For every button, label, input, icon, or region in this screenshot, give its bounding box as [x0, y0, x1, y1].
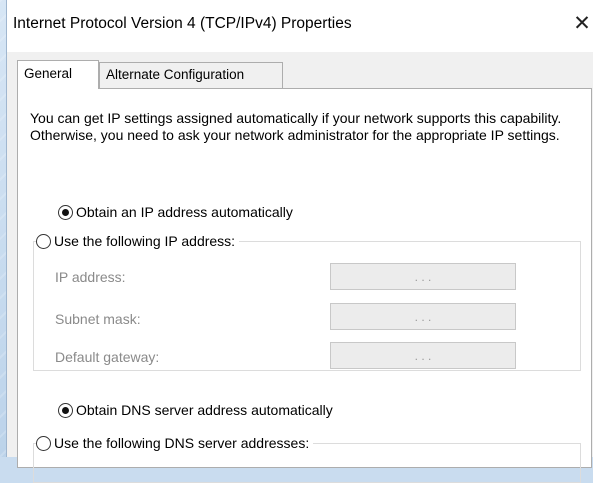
- tab-alternate-configuration[interactable]: Alternate Configuration: [99, 62, 283, 88]
- close-icon[interactable]: ✕: [572, 12, 592, 36]
- use-following-dns-radio[interactable]: [36, 435, 51, 451]
- default-gateway-value: . . .: [414, 348, 432, 363]
- dialog-title: Internet Protocol Version 4 (TCP/IPv4) P…: [13, 15, 352, 32]
- use-following-dns-label: Use the following DNS server addresses:: [54, 435, 310, 451]
- ipv4-properties-dialog: Internet Protocol Version 4 (TCP/IPv4) P…: [6, 0, 593, 483]
- ip-address-field: . . .: [330, 263, 516, 290]
- general-tab-panel: You can get IP settings assigned automat…: [17, 88, 592, 483]
- ip-address-value: . . .: [414, 269, 432, 284]
- title-bar: Internet Protocol Version 4 (TCP/IPv4) P…: [7, 0, 593, 52]
- description-text: You can get IP settings assigned automat…: [30, 110, 562, 143]
- obtain-dns-auto-label: Obtain DNS server address automatically: [76, 402, 333, 418]
- obtain-dns-auto-option[interactable]: Obtain DNS server address automatically: [58, 402, 337, 418]
- obtain-ip-auto-option[interactable]: Obtain an IP address automatically: [58, 204, 297, 220]
- obtain-dns-auto-radio[interactable]: [58, 402, 73, 418]
- use-following-ip-option[interactable]: Use the following IP address:: [36, 233, 240, 249]
- default-gateway-label: Default gateway:: [55, 349, 160, 365]
- use-following-ip-label: Use the following IP address:: [54, 233, 236, 249]
- subnet-mask-value: . . .: [414, 309, 432, 324]
- tab-general[interactable]: General: [17, 60, 99, 89]
- use-following-dns-option[interactable]: Use the following DNS server addresses:: [36, 435, 314, 451]
- obtain-ip-auto-radio[interactable]: [58, 204, 73, 220]
- tab-general-label: General: [24, 66, 73, 81]
- subnet-mask-label: Subnet mask:: [55, 311, 141, 327]
- subnet-mask-field: . . .: [330, 303, 516, 330]
- obtain-ip-auto-label: Obtain an IP address automatically: [76, 204, 293, 220]
- tab-alternate-configuration-label: Alternate Configuration: [106, 67, 245, 82]
- ip-address-label: IP address:: [55, 269, 126, 285]
- default-gateway-field: . . .: [330, 342, 516, 369]
- use-following-ip-radio[interactable]: [36, 233, 51, 249]
